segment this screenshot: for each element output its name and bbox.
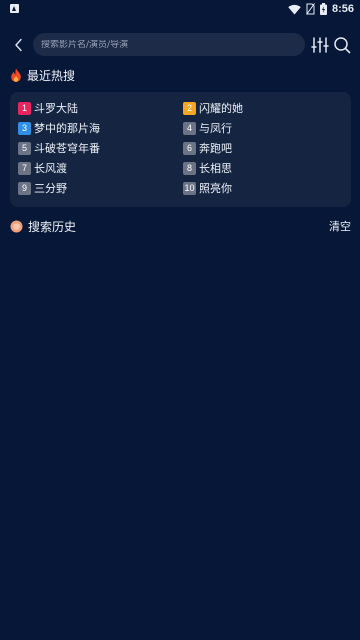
app-notification-icon: [10, 4, 19, 13]
rank-badge: 9: [18, 181, 31, 195]
search-box[interactable]: [33, 33, 305, 56]
search-button[interactable]: [333, 35, 351, 55]
hot-item[interactable]: 10 照亮你: [183, 180, 232, 196]
hot-item[interactable]: 5 斗破苍穹年番: [18, 140, 100, 156]
wifi-icon: [288, 4, 301, 14]
hot-item[interactable]: 6 奔跑吧: [183, 140, 232, 156]
hot-item-title: 长相思: [199, 162, 232, 175]
hot-item[interactable]: 3 梦中的那片海: [18, 120, 100, 136]
hot-search-header: 最近热搜: [10, 66, 75, 84]
hot-item-title: 斗破苍穹年番: [34, 142, 100, 155]
hot-search-title: 最近热搜: [27, 68, 76, 83]
rank-badge: 1: [18, 101, 31, 115]
rank-badge: 6: [183, 141, 196, 155]
search-input[interactable]: [41, 39, 305, 50]
history-dot-icon: [10, 220, 23, 232]
rank-badge: 8: [183, 161, 196, 175]
rank-badge: 3: [18, 121, 31, 135]
hot-item-title: 奔跑吧: [199, 142, 232, 155]
search-history-header: 搜索历史: [10, 217, 76, 235]
hot-item-title: 斗罗大陆: [34, 102, 78, 115]
flame-icon: [11, 68, 21, 82]
hot-item[interactable]: 8 长相思: [183, 160, 232, 176]
hot-item-title: 闪耀的她: [199, 102, 243, 115]
status-bar: 8:56: [0, 0, 360, 18]
rank-badge: 10: [183, 181, 196, 195]
back-button[interactable]: [8, 34, 30, 56]
no-sim-icon: [306, 3, 315, 15]
hot-item[interactable]: 7 长风渡: [18, 160, 67, 176]
rank-badge: 5: [18, 141, 31, 155]
hot-item-title: 与凤行: [199, 122, 232, 135]
search-history-title: 搜索历史: [28, 219, 77, 234]
battery-charging-icon: [319, 3, 327, 15]
hot-item-title: 照亮你: [199, 182, 232, 195]
search-icon: [334, 37, 351, 54]
search-row: [0, 33, 360, 57]
status-time: 8:56: [331, 3, 354, 15]
hot-item[interactable]: 9 三分野: [18, 180, 67, 196]
hot-item-title: 三分野: [34, 182, 67, 195]
hot-item-title: 长风渡: [34, 162, 67, 175]
clear-history-button[interactable]: 清空: [329, 217, 351, 235]
filter-button[interactable]: [311, 35, 329, 55]
status-icons: 8:56: [288, 1, 354, 17]
rank-badge: 7: [18, 161, 31, 175]
hot-item[interactable]: 4 与凤行: [183, 120, 232, 136]
hot-search-card: 1 斗罗大陆 2 闪耀的她 3 梦中的那片海 4 与凤行 5 斗破苍穹年番 6 …: [10, 92, 351, 207]
hot-item-title: 梦中的那片海: [34, 122, 100, 135]
hot-item[interactable]: 2 闪耀的她: [183, 100, 243, 116]
rank-badge: 2: [183, 101, 196, 115]
rank-badge: 4: [183, 121, 196, 135]
sliders-icon: [311, 37, 329, 53]
hot-item[interactable]: 1 斗罗大陆: [18, 100, 78, 116]
chevron-left-icon: [15, 38, 22, 52]
